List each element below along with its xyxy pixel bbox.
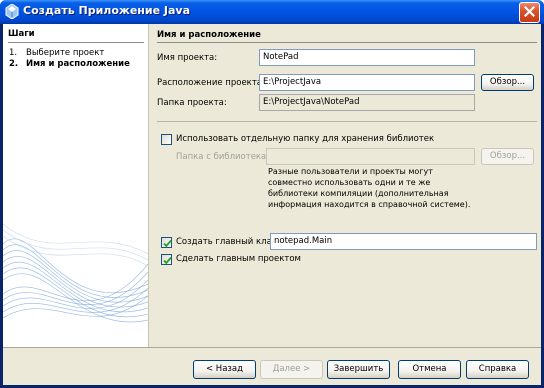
project-location-label: Расположение проекта: [157, 78, 265, 88]
main-class-label[interactable]: Создать главный класс [176, 237, 281, 247]
close-button[interactable] [519, 2, 540, 23]
back-button[interactable]: < Назад [193, 360, 256, 379]
project-name-label: Имя проекта: [157, 53, 218, 63]
libs-note-text: Разные пользователи и проекты могут совм… [268, 167, 471, 209]
help-button[interactable]: Справка [466, 360, 529, 379]
steps-divider [8, 42, 144, 43]
checkmark-icon [163, 239, 172, 248]
main-class-input[interactable]: notepad.Main [270, 233, 537, 250]
section-heading: Имя и расположение [157, 30, 261, 40]
project-location-input[interactable]: E:\ProjectJava [259, 74, 475, 91]
step-number: 1. [9, 48, 18, 58]
libs-folder-input[interactable] [266, 148, 475, 165]
java-cup-icon [5, 3, 19, 20]
separate-libs-label[interactable]: Использовать отдельную папку для хранени… [176, 134, 434, 144]
steps-heading: Шаги [8, 29, 35, 39]
decorative-wave-image [3, 223, 148, 323]
finish-button[interactable]: Завершить [327, 360, 390, 379]
separate-libs-checkbox[interactable] [161, 134, 172, 145]
step-number: 2. [9, 59, 19, 69]
close-icon [523, 5, 536, 20]
main-project-checkbox[interactable] [161, 254, 172, 265]
form-panel: Имя и расположение Имя проекта: NotePad … [148, 24, 541, 347]
main-class-checkbox[interactable] [161, 237, 172, 248]
cancel-button[interactable]: Отмена [398, 360, 461, 379]
project-folder-field: E:\ProjectJava\NotePad [259, 94, 475, 111]
window-title: Создать Приложение Java [23, 4, 191, 17]
title-bar[interactable]: Создать Приложение Java [0, 0, 544, 24]
next-button[interactable]: Далее > [260, 360, 323, 379]
project-name-input[interactable]: NotePad [259, 49, 475, 66]
browse-libs-button[interactable]: Обзор... [481, 148, 534, 165]
step-label: Имя и расположение [26, 59, 130, 69]
form-separator [157, 121, 537, 122]
browse-location-button[interactable]: Обзор... [481, 74, 534, 91]
project-folder-label: Папка проекта: [157, 98, 227, 108]
step-item-2: 2. Имя и расположение [9, 59, 130, 69]
step-label: Выберите проект [26, 48, 105, 58]
section-divider [157, 42, 537, 43]
wizard-button-bar: < Назад Далее > Завершить Отмена Справка [3, 347, 541, 385]
dialog-window: Создать Приложение Java Шаги 1. Выберите … [0, 0, 544, 388]
dialog-client-area: Шаги 1. Выберите проект 2. Имя и расположе… [3, 24, 541, 385]
main-project-label[interactable]: Сделать главным проектом [176, 254, 301, 264]
steps-panel: Шаги 1. Выберите проект 2. Имя и расположе… [3, 24, 148, 347]
checkmark-icon [163, 256, 172, 265]
step-item-1: 1. Выберите проект [9, 48, 104, 58]
